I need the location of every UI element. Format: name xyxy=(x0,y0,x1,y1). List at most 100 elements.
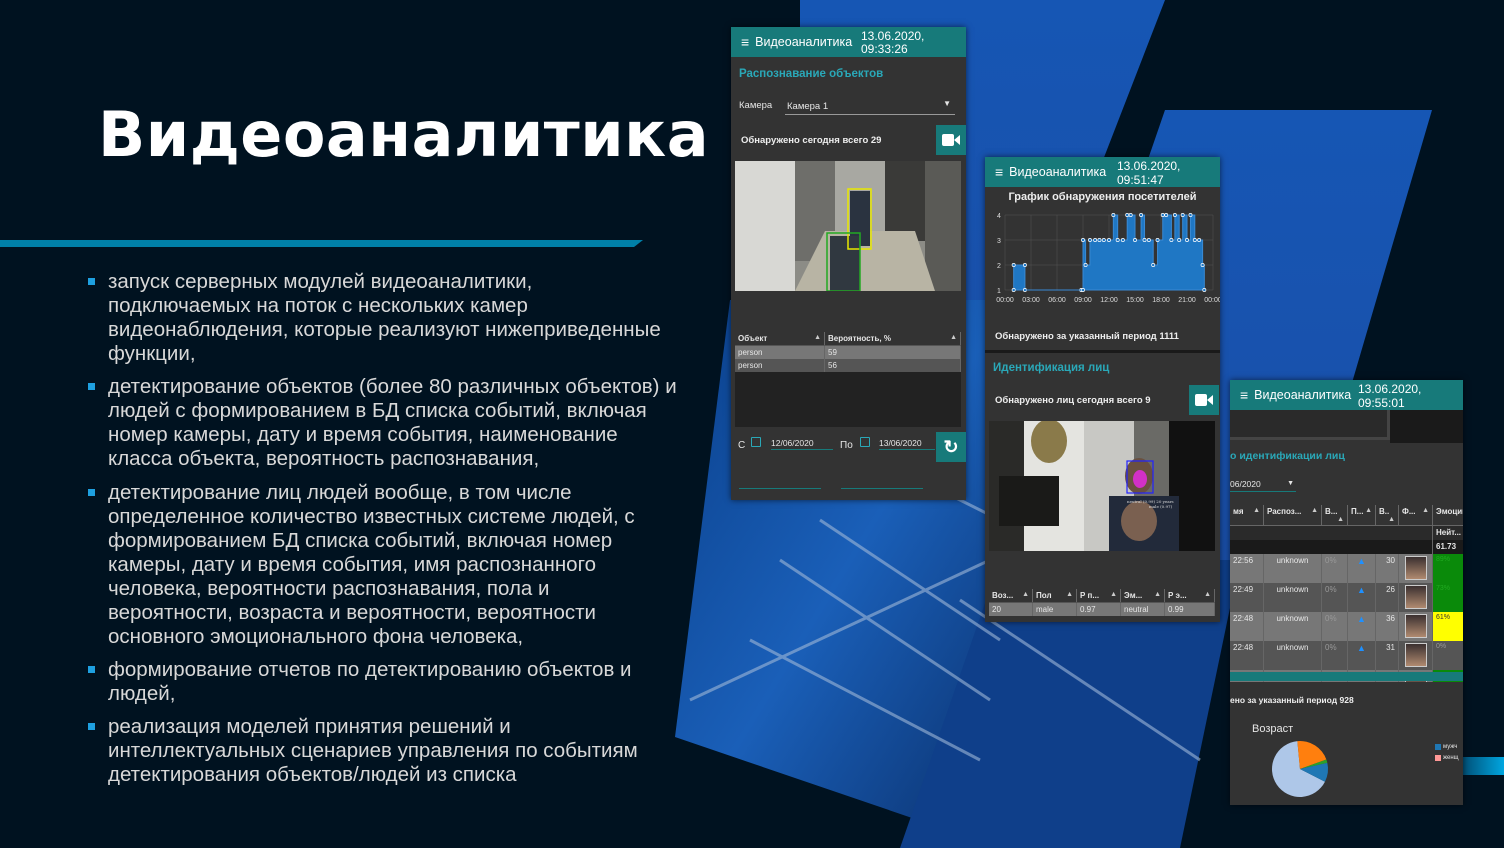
table-row[interactable]: 22:49 unknown 0% ▲ 26 73% xyxy=(1230,583,1463,612)
column-header-probability[interactable]: Вероятность, % ▲ xyxy=(825,332,961,345)
cell-age: 31 xyxy=(1376,641,1399,670)
column-header-age[interactable]: Воз... ▲ xyxy=(989,589,1033,602)
section-title: о идентификации лиц xyxy=(1230,450,1345,462)
refresh-button[interactable]: ↻ xyxy=(936,432,966,462)
bullet-square-icon xyxy=(88,489,95,496)
calendar-icon[interactable] xyxy=(751,437,761,447)
legend-item-female: женщ xyxy=(1435,755,1459,761)
app-bar: ≡ Видеоаналитика 13.06.2020, 09:55:01 xyxy=(1230,380,1463,410)
screen-face-report: ≡ Видеоаналитика 13.06.2020, 09:55:01 о … xyxy=(1230,380,1463,805)
table-row[interactable]: 22:48 unknown 0% ▲ 36 61% xyxy=(1230,612,1463,641)
column-header-recognized[interactable]: Распоз... ▲ xyxy=(1264,505,1322,525)
scrollbar-bottom[interactable] xyxy=(1230,672,1463,681)
cell-age: 36 xyxy=(1376,612,1399,641)
dropdown-arrow-icon: ▼ xyxy=(1287,480,1294,487)
column-header-gender[interactable]: П... ▲ xyxy=(1348,505,1376,525)
male-icon: ▲ xyxy=(1348,641,1376,670)
column-header-time[interactable]: мя ▲ xyxy=(1230,505,1264,525)
column-header-age[interactable]: В.. ▲ xyxy=(1376,505,1399,525)
filter-box xyxy=(1230,410,1390,440)
section-title: Распознавание объектов xyxy=(739,68,884,80)
data-point xyxy=(1188,213,1193,217)
column-header-emotions[interactable]: Эмоции xyxy=(1433,505,1463,525)
data-point xyxy=(1022,263,1027,267)
emotion-summary-value: 61.73 xyxy=(1436,542,1457,551)
data-point xyxy=(1107,238,1111,242)
bullet-square-icon xyxy=(88,666,95,673)
app-date: 13.06.2020, xyxy=(1358,382,1422,396)
camera-select[interactable]: Камера 1 ▼ xyxy=(785,97,955,115)
sort-icon: ▲ xyxy=(1066,591,1073,598)
bullet-item: детектирование лиц людей вообще, в том ч… xyxy=(88,481,678,649)
column-header-emotion-prob[interactable]: Р э... ▲ xyxy=(1165,589,1215,602)
data-point xyxy=(1177,238,1182,242)
camera-feed-image xyxy=(735,161,961,291)
app-name: Видеоаналитика xyxy=(755,35,853,49)
pie-title: Возраст xyxy=(1252,723,1294,735)
app-bar: ≡ Видеоаналитика 13.06.2020, 09:33:26 xyxy=(731,27,966,57)
data-point xyxy=(1151,263,1156,267)
data-point xyxy=(1133,238,1137,242)
sort-icon: ▲ xyxy=(1154,591,1161,598)
column-header-object[interactable]: Объект ▲ xyxy=(735,332,825,345)
data-point xyxy=(1111,213,1116,217)
data-point xyxy=(1097,238,1102,242)
calendar-icon[interactable] xyxy=(860,437,870,447)
table-row[interactable]: person 56 xyxy=(735,359,961,372)
cell-time: 22:56 xyxy=(1230,554,1264,583)
cell-name: unknown xyxy=(1264,554,1322,583)
data-point xyxy=(1202,288,1207,292)
x-tick-label: 12:00 xyxy=(1100,297,1118,304)
detected-period-count: ено за указанный период 928 xyxy=(1230,695,1354,705)
bullet-list: запуск серверных модулей видеоаналитики,… xyxy=(88,270,678,796)
detected-today-count: Обнаружено сегодня всего 29 xyxy=(741,135,882,146)
screen-visitor-chart: ≡ Видеоаналитика 13.06.2020, 09:51:47 Гр… xyxy=(985,157,1220,622)
data-point xyxy=(1083,263,1088,267)
cell-age: 30 xyxy=(1376,554,1399,583)
data-point xyxy=(1120,238,1125,242)
cell-emotion: 89% xyxy=(1433,554,1463,583)
data-point xyxy=(1081,238,1085,242)
data-point xyxy=(1146,238,1151,242)
cell-age: 26 xyxy=(1376,583,1399,612)
table-row[interactable]: 22:56 unknown 0% ▲ 30 89% xyxy=(1230,554,1463,583)
visitor-chart: 1 2 3 4 00:00 03:00 06:00 09:00 12:00 15:00 18:00 2… xyxy=(996,213,1220,304)
bullet-square-icon xyxy=(88,383,95,390)
column-header-gender[interactable]: Пол ▲ xyxy=(1033,589,1077,602)
column-header-photo[interactable]: Ф... ▲ xyxy=(1399,505,1433,525)
column-header-prob[interactable]: В... ▲ xyxy=(1322,505,1348,525)
cell-emotion: 61% xyxy=(1433,612,1463,641)
camera-button[interactable] xyxy=(936,125,966,155)
sort-icon: ▲ xyxy=(950,334,957,341)
app-name: Видеоаналитика xyxy=(1009,165,1107,179)
to-date-input[interactable]: 13/06/2020 xyxy=(879,434,935,450)
menu-icon[interactable]: ≡ xyxy=(995,164,1003,180)
sort-icon: ▲ xyxy=(1204,591,1211,598)
objects-table: Объект ▲ Вероятность, % ▲ person 59 person… xyxy=(735,332,961,427)
table-row[interactable]: person 59 xyxy=(735,346,961,359)
emotion-sub-header[interactable]: Нейт... xyxy=(1433,526,1463,540)
data-point xyxy=(1164,213,1169,217)
to-label: По xyxy=(840,440,853,451)
table-row[interactable]: 22:48 unknown 0% ▲ 31 0% xyxy=(1230,641,1463,670)
menu-icon[interactable]: ≡ xyxy=(1240,387,1248,403)
sort-icon: ▲ xyxy=(1022,591,1029,598)
app-time: 09:33:26 xyxy=(861,42,908,56)
face-report-rows: 22:56 unknown 0% ▲ 30 89% 22:49 unknown 0% ▲ 26 73%… xyxy=(1230,554,1463,682)
input-underline xyxy=(739,488,821,489)
data-point xyxy=(1197,238,1202,242)
column-header-gender-prob[interactable]: Р п... ▲ xyxy=(1077,589,1121,602)
from-date-input[interactable]: 12/06/2020 xyxy=(771,434,833,450)
menu-icon[interactable]: ≡ xyxy=(741,34,749,50)
column-header-emotion[interactable]: Эм... ▲ xyxy=(1121,589,1165,602)
cell-name: unknown xyxy=(1264,612,1322,641)
date-select[interactable]: 06/2020 ▼ xyxy=(1230,476,1296,492)
data-point xyxy=(1169,238,1174,242)
data-point xyxy=(1200,263,1205,267)
camera-button[interactable] xyxy=(1189,385,1219,415)
video-camera-icon xyxy=(1195,394,1213,406)
table-row[interactable]: 20 male 0.97 neutral 0.99 xyxy=(989,603,1215,616)
section-title: Идентификация лиц xyxy=(993,362,1110,374)
bullet-square-icon xyxy=(88,723,95,730)
table-header: Воз... ▲ Пол ▲ Р п... ▲ Эм... ▲ Р э... ▲ xyxy=(989,589,1215,603)
